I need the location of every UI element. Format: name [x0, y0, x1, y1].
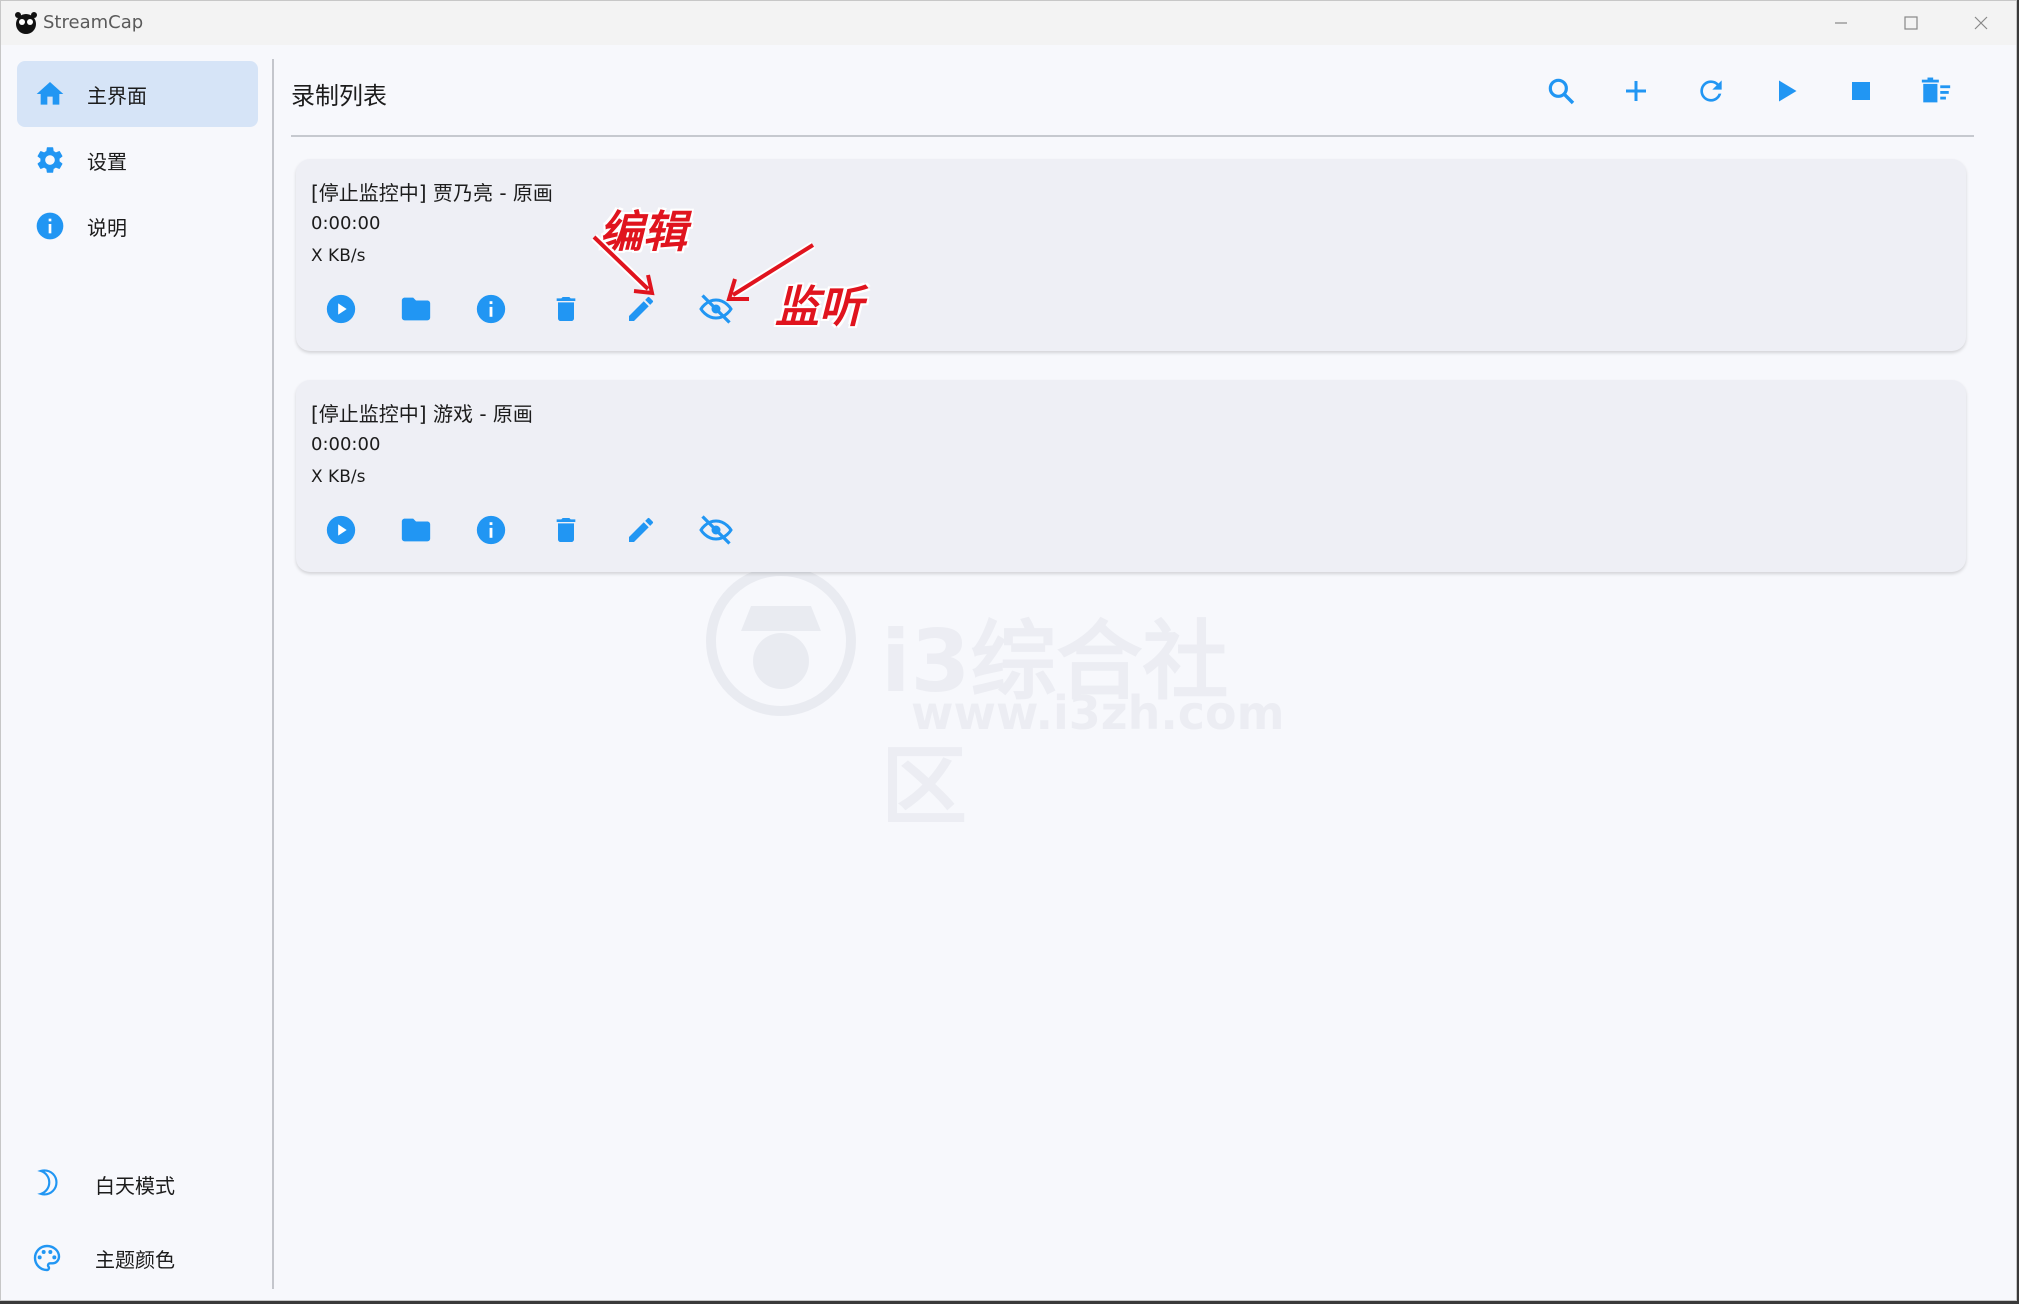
recording-speed: X KB/s [311, 246, 366, 266]
theme-color-label: 主题颜色 [95, 1247, 175, 1272]
card-actions [321, 289, 771, 329]
edit-button[interactable] [621, 510, 661, 550]
watermark: i3综合社区 www.i3zh.com [701, 561, 1301, 837]
open-folder-button[interactable] [396, 510, 436, 550]
info-button[interactable] [471, 289, 511, 329]
delete-button[interactable] [546, 510, 586, 550]
sidebar-item-settings[interactable]: 设置 [17, 127, 258, 193]
annotation-arrow-icon [726, 241, 816, 301]
delete-all-button[interactable] [1916, 71, 1956, 111]
theme-mode-label: 白天模式 [95, 1173, 175, 1198]
search-icon [1548, 78, 1575, 105]
moon-icon [29, 1166, 65, 1202]
info-icon [476, 294, 506, 324]
add-icon [1626, 81, 1646, 101]
play-circle-icon [326, 515, 356, 545]
recording-duration: 0:00:00 [311, 213, 381, 234]
recording-card: [停止监控中] 贾乃亮 - 原画 0:00:00 X KB/s [296, 159, 1966, 351]
recording-title: [停止监控中] 贾乃亮 - 原画 [311, 181, 553, 205]
search-button[interactable] [1541, 71, 1581, 111]
info-icon [33, 209, 67, 243]
add-button[interactable] [1616, 71, 1656, 111]
maximize-button[interactable] [1876, 1, 1946, 45]
start-all-button[interactable] [1766, 71, 1806, 111]
recording-speed: X KB/s [311, 467, 366, 487]
watermark-logo-icon [706, 566, 856, 716]
monitor-toggle-button[interactable] [696, 510, 736, 550]
close-icon [1974, 16, 1988, 30]
sidebar-item-label: 主界面 [87, 83, 147, 108]
eye-off-icon [699, 515, 733, 545]
app-title: StreamCap [43, 12, 144, 33]
recording-duration: 0:00:00 [311, 434, 381, 455]
refresh-button[interactable] [1691, 71, 1731, 111]
stop-all-button[interactable] [1841, 71, 1881, 111]
recording-card: [停止监控中] 游戏 - 原画 0:00:00 X KB/s [296, 380, 1966, 572]
play-button[interactable] [321, 289, 361, 329]
sidebar-item-label: 设置 [87, 149, 127, 174]
open-folder-button[interactable] [396, 289, 436, 329]
sidebar-item-label: 说明 [87, 215, 127, 240]
play-icon [1779, 80, 1797, 102]
trash-icon [556, 297, 576, 321]
card-actions [321, 510, 771, 550]
minimize-button[interactable] [1806, 1, 1876, 45]
app-logo-icon [15, 12, 37, 34]
sidebar-divider [272, 59, 274, 1289]
header-divider [291, 135, 1974, 137]
folder-icon [401, 518, 431, 542]
close-button[interactable] [1946, 1, 2016, 45]
annotation-arrow-icon [591, 234, 655, 296]
info-icon [476, 515, 506, 545]
info-button[interactable] [471, 510, 511, 550]
minimize-icon [1835, 22, 1847, 24]
gear-icon [33, 143, 67, 177]
app-window: StreamCap 主界面 设置 说明 白天模式 主题颜色 录制列表 i3综合社… [0, 0, 2017, 1301]
theme-mode-toggle[interactable]: 白天模式 [29, 1159, 175, 1209]
stop-icon [1852, 82, 1870, 100]
sidebar-item-home[interactable]: 主界面 [17, 61, 258, 127]
trash-icon [556, 518, 576, 542]
play-button[interactable] [321, 510, 361, 550]
delete-button[interactable] [546, 289, 586, 329]
title-bar: StreamCap [1, 1, 2016, 45]
palette-icon [29, 1240, 65, 1276]
home-icon [33, 77, 67, 111]
play-circle-icon [326, 294, 356, 324]
sidebar: 主界面 设置 说明 白天模式 主题颜色 [1, 45, 273, 1300]
folder-icon [401, 297, 431, 321]
sidebar-item-info[interactable]: 说明 [17, 193, 258, 259]
toolbar [1541, 71, 1991, 111]
watermark-url: www.i3zh.com [911, 686, 1285, 740]
recording-title: [停止监控中] 游戏 - 原画 [311, 402, 533, 426]
refresh-icon [1700, 80, 1722, 102]
maximize-icon [1904, 16, 1918, 30]
page-title: 录制列表 [291, 82, 387, 110]
pencil-icon [629, 517, 654, 542]
theme-color-button[interactable]: 主题颜色 [29, 1233, 175, 1283]
delete-all-icon [1921, 77, 1951, 103]
